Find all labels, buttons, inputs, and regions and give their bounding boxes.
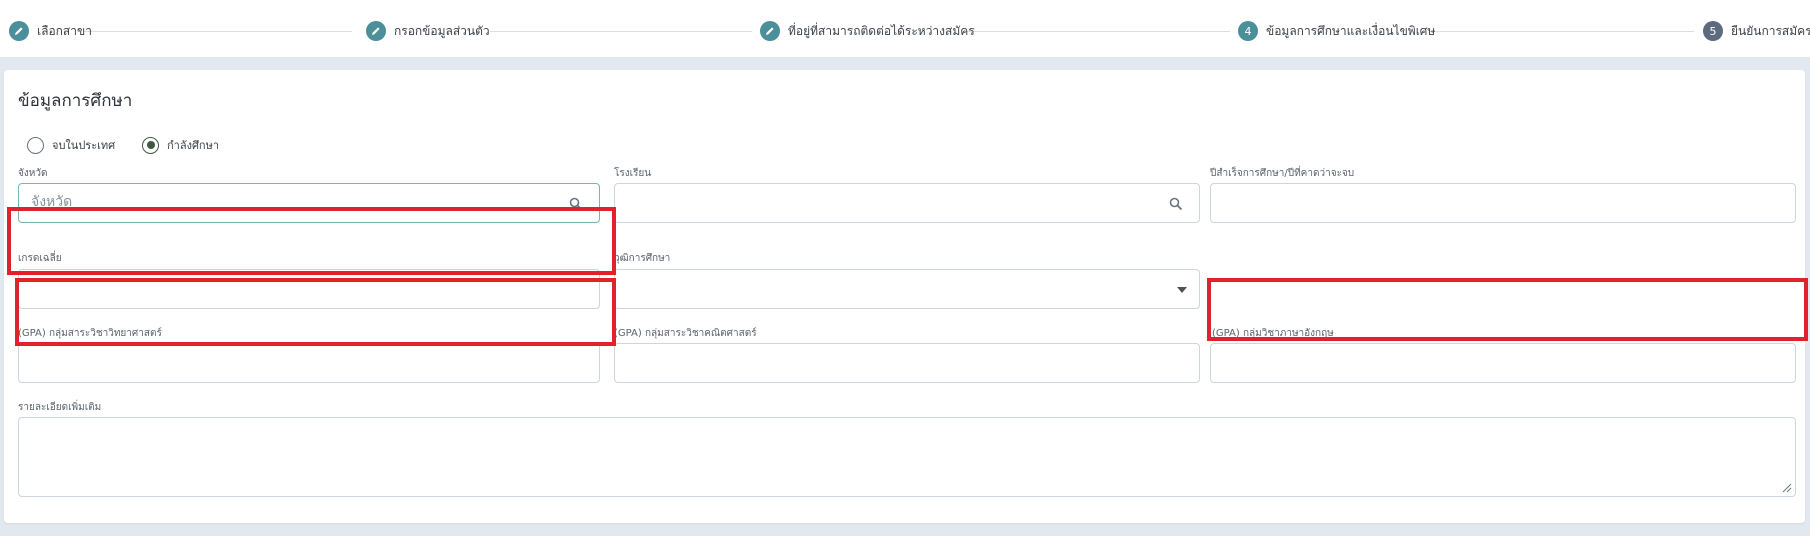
section-title: ข้อมูลการศึกษา: [18, 91, 133, 111]
gpa-math-field[interactable]: [614, 343, 1200, 383]
step-label: ที่อยู่ที่สามารถติดต่อได้ระหว่างสมัคร: [788, 23, 975, 38]
step-label: เลือกสาขา: [37, 23, 92, 38]
radio-button[interactable]: [27, 136, 44, 154]
step-number: 4: [1238, 21, 1258, 41]
radio-graduated-domestic[interactable]: จบในประเทศ: [27, 136, 115, 154]
stepper-connector: [1430, 31, 1694, 32]
highlight-box-gpa-english: [1207, 278, 1808, 341]
education-form-card: ข้อมูลการศึกษา จบในประเทศ กำลังศึกษา จัง…: [4, 70, 1808, 523]
grad-year-field[interactable]: [1210, 183, 1796, 223]
gpa-math-label: (GPA) กลุ่มสาระวิชาคณิตศาสตร์: [614, 328, 757, 339]
step-label: กรอกข้อมูลส่วนตัว: [394, 23, 490, 38]
step-label: ยืนยันการสมัคร: [1731, 23, 1810, 38]
progress-stepper: เลือกสาขา กรอกข้อมูลส่วนตัว ที่อยู่ที่สา…: [0, 0, 1810, 57]
step-contact-address[interactable]: ที่อยู่ที่สามารถติดต่อได้ระหว่างสมัคร: [760, 20, 975, 42]
radio-studying[interactable]: กำลังศึกษา: [142, 136, 219, 154]
step-select-branch[interactable]: เลือกสาขา: [9, 20, 92, 42]
radio-label: กำลังศึกษา: [167, 139, 220, 152]
step-education-info[interactable]: 4 ข้อมูลการศึกษาและเงื่อนไขพิเศษ: [1238, 20, 1435, 42]
qualification-select[interactable]: [614, 269, 1200, 309]
highlight-box-gpax: [7, 207, 616, 275]
school-field[interactable]: [614, 183, 1200, 223]
highlight-box-gpa-science: [15, 278, 616, 346]
pencil-icon: [9, 21, 29, 41]
chevron-down-icon[interactable]: [1177, 287, 1187, 293]
school-label: โรงเรียน: [614, 168, 652, 179]
step-confirm[interactable]: 5 ยืนยันการสมัคร: [1703, 20, 1810, 42]
pencil-icon: [366, 21, 386, 41]
search-icon[interactable]: [1169, 197, 1183, 211]
gpa-english-field[interactable]: [1210, 343, 1796, 383]
stepper-connector: [966, 31, 1230, 32]
stepper-connector: [84, 31, 352, 32]
step-number: 5: [1703, 21, 1723, 41]
radio-button[interactable]: [142, 136, 159, 154]
qualification-label: วุฒิการศึกษา: [614, 253, 671, 264]
gpa-science-field[interactable]: [18, 343, 600, 383]
resize-handle-icon[interactable]: [1781, 482, 1792, 493]
radio-label: จบในประเทศ: [52, 139, 116, 152]
step-label: ข้อมูลการศึกษาและเงื่อนไขพิเศษ: [1266, 23, 1436, 38]
details-label: รายละเอียดเพิ่มเติม: [18, 402, 102, 413]
step-personal-info[interactable]: กรอกข้อมูลส่วนตัว: [366, 20, 490, 42]
grad-year-label: ปีสำเร็จการศึกษา/ปีที่คาดว่าจะจบ: [1210, 168, 1355, 179]
province-label: จังหวัด: [18, 168, 48, 179]
details-textarea[interactable]: [18, 417, 1796, 497]
stepper-connector: [490, 31, 752, 32]
pencil-icon: [760, 21, 780, 41]
